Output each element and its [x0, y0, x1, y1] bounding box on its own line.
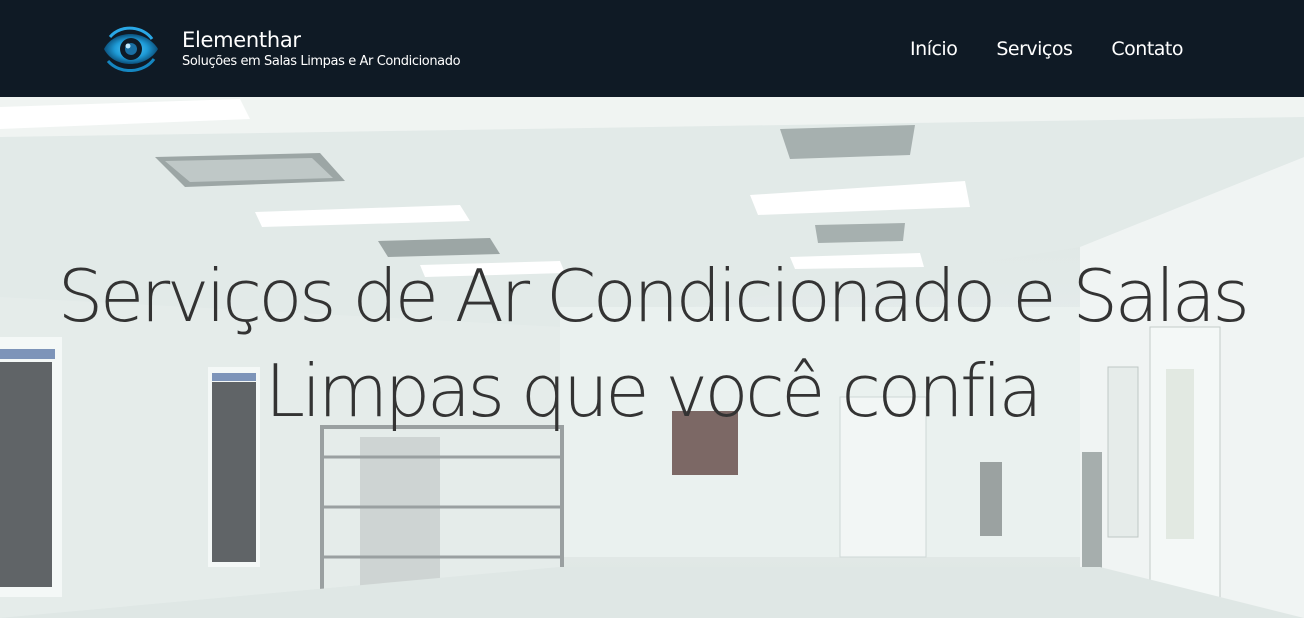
hero-title-line-1: Serviços de Ar Condicionado e Salas — [57, 254, 1250, 338]
top-navbar: Elementhar Soluções em Salas Limpas e Ar… — [0, 0, 1304, 97]
nav-link-contato[interactable]: Contato — [1111, 36, 1183, 62]
nav-link-inicio[interactable]: Início — [910, 36, 958, 62]
main-nav: Início Serviços Contato — [871, 36, 1183, 62]
brand-name: Elementhar — [182, 28, 301, 52]
nav-link-servicos[interactable]: Serviços — [996, 36, 1073, 62]
hero-title: Serviços de Ar Condicionado e Salas Limp… — [0, 249, 1304, 439]
hero-title-line-2: Limpas que você confia — [264, 349, 1043, 433]
hero-section: Serviços de Ar Condicionado e Salas Limp… — [0, 97, 1304, 618]
eye-swirl-logo-icon — [100, 21, 160, 77]
brand-tagline: Soluções em Salas Limpas e Ar Condiciona… — [182, 54, 461, 69]
brand[interactable]: Elementhar Soluções em Salas Limpas e Ar… — [100, 21, 461, 77]
